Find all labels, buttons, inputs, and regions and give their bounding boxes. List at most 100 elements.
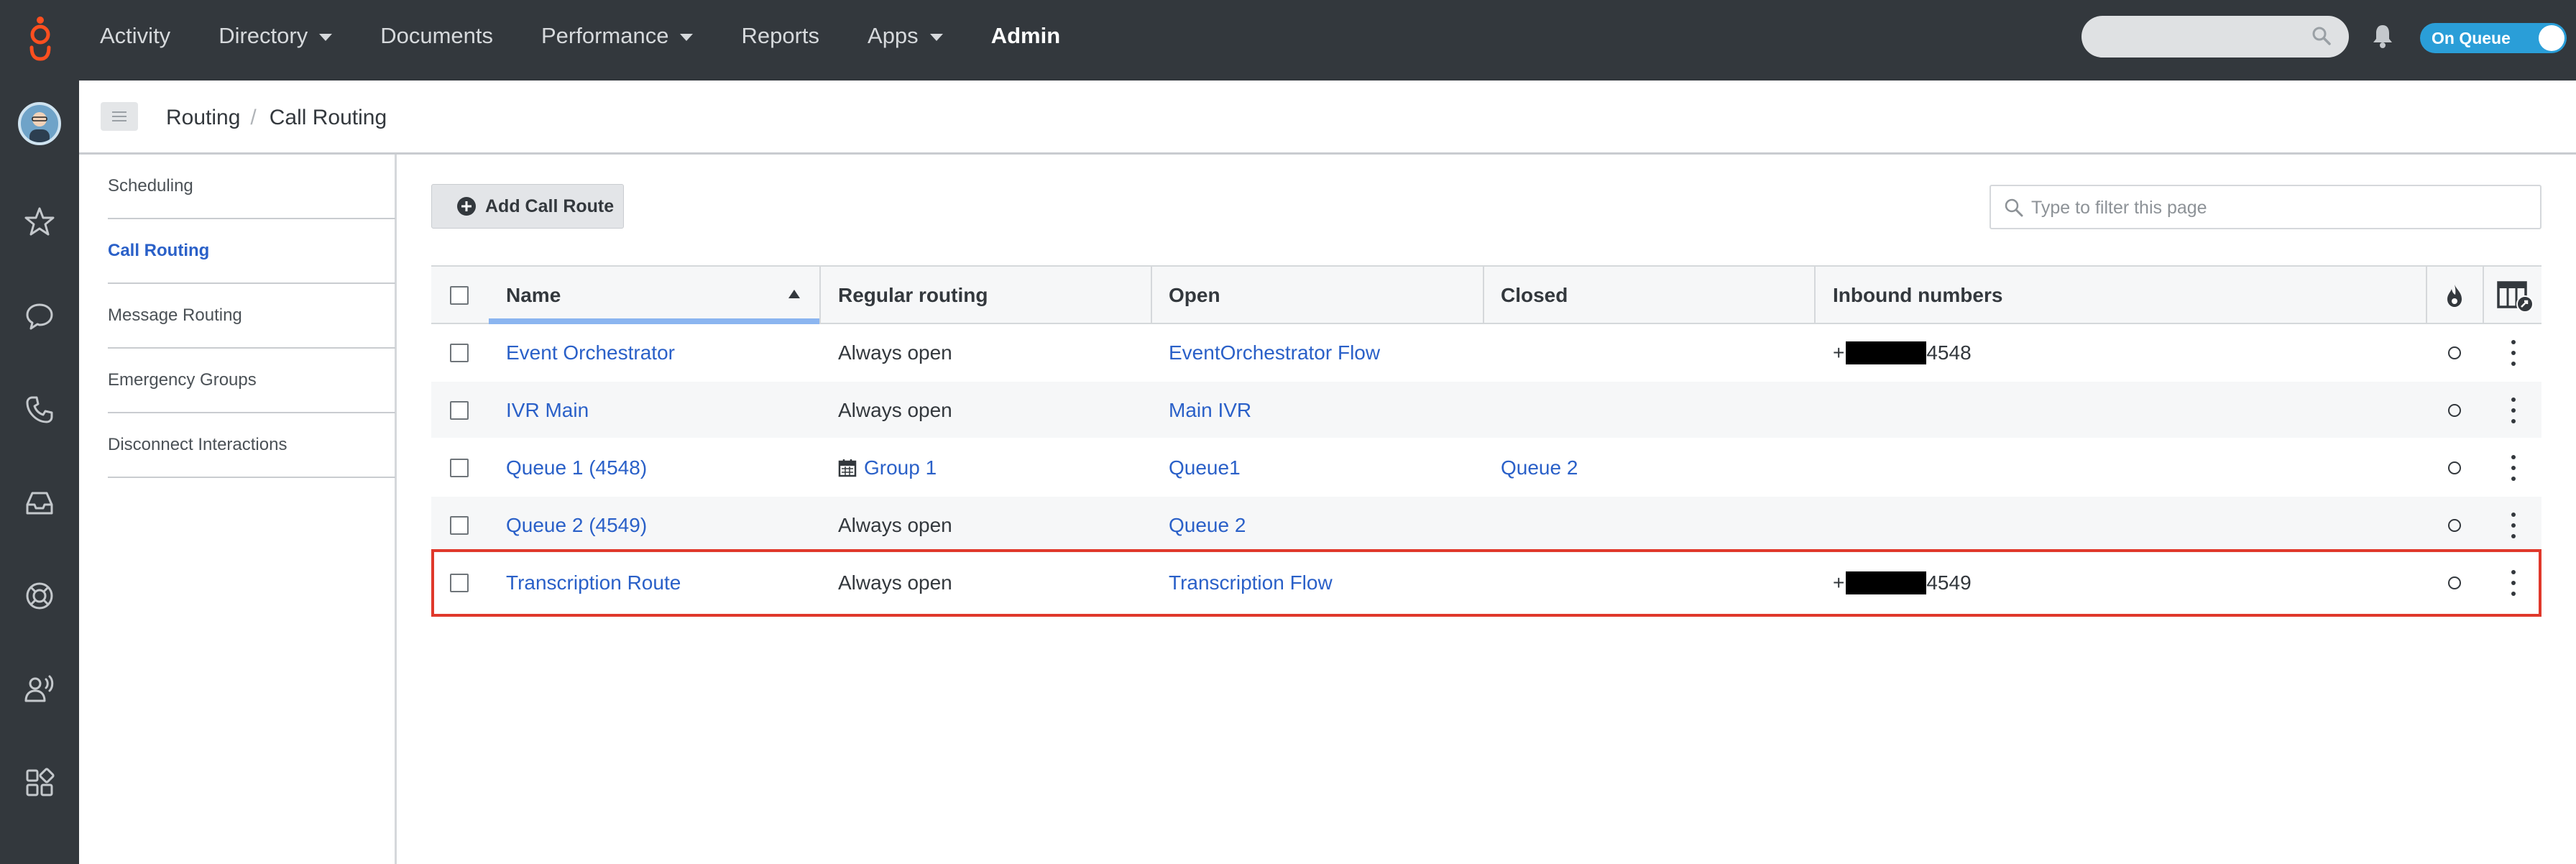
sidemenu-item-call-routing[interactable]: Call Routing: [108, 219, 395, 284]
status-circle-icon: [2448, 576, 2461, 589]
sidemenu-item-disconnect-interactions[interactable]: Disconnect Interactions: [108, 413, 395, 478]
global-search-input[interactable]: [2082, 16, 2349, 58]
breadcrumb-separator: /: [250, 106, 257, 129]
sidemenu-item-emergency-groups[interactable]: Emergency Groups: [108, 349, 395, 413]
header-regular-routing[interactable]: Regular routing: [838, 267, 988, 324]
column-divider: [2426, 267, 2427, 324]
route-name-link[interactable]: Transcription Route: [506, 554, 681, 612]
nav-item-label: Activity: [100, 23, 171, 48]
regular-routing-text: Always open: [838, 399, 952, 421]
nav-item-label: Apps: [868, 23, 919, 48]
nav-item-directory[interactable]: Directory: [218, 23, 333, 49]
table-row[interactable]: Event Orchestrator Always open EventOrches…: [431, 324, 2542, 382]
table-row[interactable]: IVR Main Always open Main IVR: [431, 382, 2542, 439]
inbound-number: +4549: [1833, 554, 1972, 612]
agent-speaking-icon[interactable]: [0, 661, 79, 718]
header-open[interactable]: Open: [1169, 267, 1220, 324]
route-name-link[interactable]: Event Orchestrator: [506, 324, 675, 382]
regular-routing-cell: Group 1: [838, 439, 937, 497]
chevron-down-icon: [319, 34, 333, 41]
open-flow-link[interactable]: Queue1: [1169, 439, 1241, 497]
closed-flow-link[interactable]: Queue 2: [1501, 439, 1578, 497]
inbound-number-prefix: +: [1833, 341, 1845, 364]
route-name-link[interactable]: IVR Main: [506, 382, 589, 439]
route-name-link[interactable]: Queue 1 (4548): [506, 439, 647, 497]
status-circle-icon: [2448, 404, 2461, 417]
row-checkbox[interactable]: [450, 516, 469, 535]
regular-routing-text: Always open: [838, 514, 952, 536]
on-queue-toggle[interactable]: On Queue: [2420, 23, 2567, 53]
row-checkbox[interactable]: [450, 574, 469, 592]
routing-side-menu: Scheduling Call Routing Message Routing Eme…: [79, 155, 397, 864]
row-more-options-icon[interactable]: [2508, 455, 2518, 481]
filter-page-field[interactable]: [1990, 185, 2542, 229]
add-call-route-button[interactable]: Add Call Route: [431, 184, 624, 229]
inbox-icon[interactable]: [0, 474, 79, 532]
lifebuoy-icon[interactable]: [0, 567, 79, 625]
nav-item-activity[interactable]: Activity: [100, 23, 170, 49]
table-row[interactable]: Transcription Route Always open Transcript…: [431, 549, 2542, 617]
column-divider: [1151, 267, 1152, 324]
row-more-options-icon[interactable]: [2508, 397, 2518, 423]
chat-bubble-icon[interactable]: [0, 288, 79, 345]
main-nav: Activity Directory Documents Performance Rep…: [100, 0, 1108, 72]
nav-item-apps[interactable]: Apps: [868, 23, 943, 49]
breadcrumb-routing[interactable]: Routing: [166, 106, 240, 130]
breadcrumb-call-routing: Call Routing: [269, 106, 387, 129]
route-name-link[interactable]: Queue 2 (4549): [506, 497, 647, 554]
open-flow-link[interactable]: Main IVR: [1169, 382, 1251, 439]
inbound-number-suffix: 4548: [1926, 341, 1972, 364]
calendar-icon: [838, 459, 857, 477]
row-more-options-icon[interactable]: [2508, 570, 2518, 596]
avatar[interactable]: [18, 102, 61, 145]
notifications-bell-icon[interactable]: [2372, 23, 2393, 49]
genesys-logo-icon[interactable]: [26, 16, 55, 63]
nav-item-reports[interactable]: Reports: [741, 23, 819, 49]
table-row[interactable]: Queue 1 (4548) Group 1 Queue1 Queue 2: [431, 439, 2542, 497]
call-routes-table: Name Regular routing Open Closed Inbound…: [431, 265, 2542, 617]
header-name[interactable]: Name: [506, 267, 561, 324]
open-flow-link[interactable]: EventOrchestrator Flow: [1169, 324, 1380, 382]
row-checkbox[interactable]: [450, 401, 469, 420]
collapse-menu-button[interactable]: [101, 102, 138, 131]
table-header-row: Name Regular routing Open Closed Inbound…: [431, 265, 2542, 324]
breadcrumb: Routing / Call Routing: [166, 106, 387, 130]
schedule-group-link[interactable]: Group 1: [864, 456, 937, 479]
sort-ascending-icon: [788, 290, 800, 298]
filter-input[interactable]: [2031, 193, 2527, 222]
status-circle-icon: [2448, 519, 2461, 532]
sidemenu-item-message-routing[interactable]: Message Routing: [108, 284, 395, 349]
select-all-checkbox[interactable]: [450, 286, 469, 305]
on-queue-label: On Queue: [2432, 29, 2511, 47]
open-flow-link[interactable]: Queue 2: [1169, 497, 1246, 554]
row-more-options-icon[interactable]: [2508, 513, 2518, 538]
nav-item-label: Performance: [541, 23, 669, 48]
header-closed[interactable]: Closed: [1501, 267, 1568, 324]
table-row[interactable]: Queue 2 (4549) Always open Queue 2: [431, 497, 2542, 554]
phone-icon[interactable]: [0, 381, 79, 438]
apps-grid-icon[interactable]: [0, 754, 79, 812]
open-flow-link[interactable]: Transcription Flow: [1169, 554, 1333, 612]
flame-icon[interactable]: [2444, 282, 2465, 308]
nav-item-label: Admin: [990, 23, 1061, 48]
status-circle-icon: [2448, 461, 2461, 474]
nav-item-admin[interactable]: Admin: [991, 23, 1060, 49]
column-divider: [1814, 267, 1816, 324]
nav-item-label: Documents: [380, 23, 493, 48]
row-checkbox[interactable]: [450, 459, 469, 477]
row-more-options-icon[interactable]: [2508, 340, 2518, 366]
chevron-down-icon: [929, 34, 943, 41]
search-icon: [2005, 198, 2023, 217]
status-circle-icon: [2448, 346, 2461, 359]
nav-item-label: Reports: [741, 23, 820, 48]
row-checkbox[interactable]: [450, 344, 469, 362]
header-inbound-numbers[interactable]: Inbound numbers: [1833, 267, 2002, 324]
user-avatar-icon: [29, 112, 50, 142]
column-settings-icon[interactable]: [2497, 280, 2534, 313]
highlight-box: [431, 549, 2542, 617]
favorites-star-icon[interactable]: [0, 193, 79, 250]
nav-item-performance[interactable]: Performance: [541, 23, 694, 49]
chevron-down-icon: [680, 34, 694, 41]
nav-item-documents[interactable]: Documents: [380, 23, 493, 49]
sidemenu-item-scheduling[interactable]: Scheduling: [108, 155, 395, 219]
